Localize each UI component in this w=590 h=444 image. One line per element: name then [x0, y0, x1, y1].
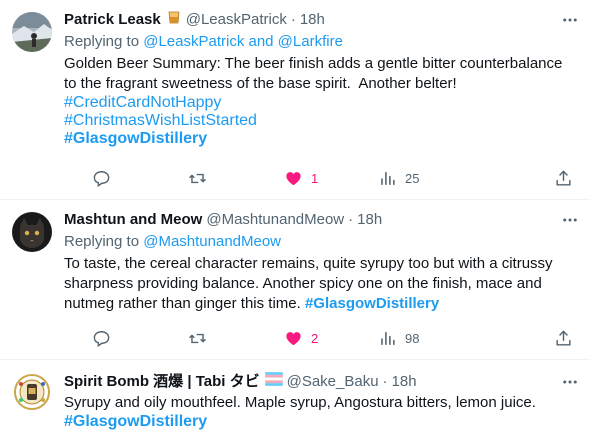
reply-to-link[interactable]: @LeaskPatrick and @Larkfire [143, 33, 343, 50]
reply-context: Replying to @LeaskPatrick and @Larkfire [64, 32, 578, 52]
hashtag-link[interactable]: #GlasgowDistillery [64, 130, 578, 148]
like-count: 1 [311, 170, 319, 186]
reply-to-link[interactable]: @MashtunandMeow [143, 233, 281, 250]
author-handle[interactable]: @Sake_Baku [287, 372, 379, 392]
tweet-text: To taste, the cereal character remains, … [64, 254, 578, 314]
views-count: 25 [405, 170, 420, 186]
share-button[interactable] [554, 168, 573, 188]
reply-button[interactable] [92, 168, 119, 188]
retweet-icon [189, 173, 206, 183]
share-icon [556, 329, 571, 346]
tweet-text: Syrupy and oily mouthfeel. Maple syrup, … [64, 394, 536, 411]
more-icon[interactable] [560, 10, 580, 30]
author-handle[interactable]: @MashtunandMeow [206, 210, 344, 230]
views-button[interactable]: 25 [378, 168, 419, 188]
separator-dot: · [382, 373, 388, 390]
reply-context: Replying to @MashtunandMeow [64, 232, 578, 252]
share-icon [556, 169, 571, 186]
author-handle[interactable]: @LeaskPatrick [186, 10, 287, 30]
views-count: 98 [405, 330, 420, 346]
views-button[interactable]: 98 [378, 328, 419, 348]
like-button[interactable]: 2 [284, 328, 318, 348]
share-button[interactable] [554, 328, 573, 348]
timeline-feed: Patrick Leask @LeaskPatrick · 18h Replyi… [0, 0, 590, 444]
whisky-glass-icon [166, 9, 182, 31]
author-name[interactable]: Mashtun and Meow [64, 210, 202, 230]
author-name[interactable]: Patrick Leask [64, 10, 161, 30]
reply-button[interactable] [92, 328, 119, 348]
views-icon [381, 331, 395, 345]
timestamp[interactable]: 18h [392, 372, 417, 392]
timestamp[interactable]: 18h [300, 10, 325, 30]
more-icon[interactable] [560, 372, 580, 392]
avatar[interactable] [12, 372, 52, 412]
more-icon[interactable] [560, 210, 580, 230]
author-name[interactable]: Spirit Bomb 酒爆 | Tabi タビ [64, 372, 260, 392]
avatar[interactable] [12, 212, 52, 252]
reply-prefix: Replying to [64, 33, 144, 50]
tweet-text: Golden Beer Summary: The beer finish add… [64, 55, 567, 92]
reply-icon [93, 170, 110, 187]
heart-icon [286, 171, 301, 185]
separator-dot: · [290, 11, 296, 28]
views-icon [381, 171, 395, 185]
like-button[interactable]: 1 [284, 168, 318, 188]
retweet-icon [189, 333, 206, 343]
avatar[interactable] [12, 12, 52, 52]
timestamp[interactable]: 18h [357, 210, 382, 230]
hashtag-link[interactable]: #ChristmasWishListStarted [64, 112, 578, 130]
separator-dot: · [348, 211, 354, 228]
like-count: 2 [311, 330, 319, 346]
hashtag-link[interactable]: #GlasgowDistillery [305, 295, 439, 312]
reply-icon [93, 330, 110, 347]
heart-icon [286, 331, 301, 345]
retweet-button[interactable] [188, 328, 215, 348]
hashtag-link[interactable]: #GlasgowDistillery [64, 413, 578, 431]
tweet[interactable]: Mashtun and Meow @MashtunandMeow · 18h R… [0, 200, 590, 360]
tweet[interactable]: Spirit Bomb 酒爆 | Tabi タビ @Sake_Baku · 18… [0, 360, 590, 444]
hashtag-link[interactable]: #CreditCardNotHappy [64, 94, 578, 112]
transgender-flag-icon [264, 371, 283, 392]
retweet-button[interactable] [188, 168, 215, 188]
tweet[interactable]: Patrick Leask @LeaskPatrick · 18h Replyi… [0, 0, 590, 200]
reply-prefix: Replying to [64, 233, 144, 250]
